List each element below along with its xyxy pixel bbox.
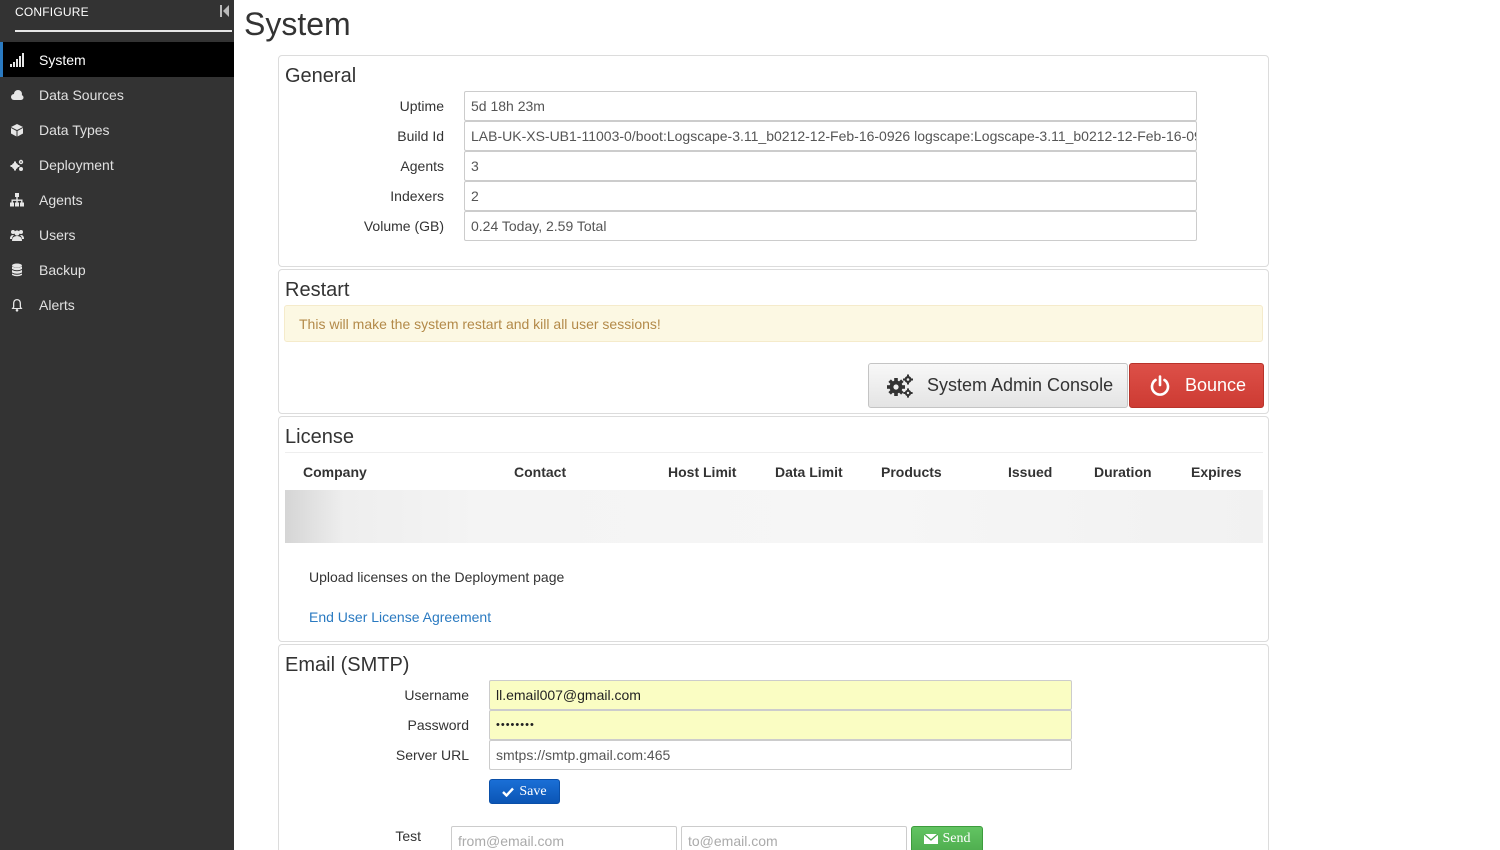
test-from-input[interactable]: [451, 826, 677, 850]
save-label: Save: [519, 783, 547, 799]
password-field[interactable]: ••••••••: [489, 710, 1072, 740]
sidebar-item-label: Deployment: [39, 156, 114, 173]
license-panel: License Company Contact Host Limit Data …: [278, 416, 1269, 642]
email-heading: Email (SMTP): [285, 654, 410, 676]
volume-field[interactable]: 0.24 Today, 2.59 Total: [464, 211, 1197, 241]
column-expires[interactable]: Expires: [1191, 464, 1242, 480]
sidebar-item-data-types[interactable]: Data Types: [0, 112, 234, 147]
build-id-label: Build Id: [397, 128, 444, 144]
sidebar-header: CONFIGURE: [0, 0, 234, 34]
license-heading: License: [285, 426, 354, 448]
sidebar-item-label: Alerts: [39, 296, 75, 313]
sidebar-item-backup[interactable]: Backup: [0, 252, 234, 287]
bounce-label: Bounce: [1185, 375, 1247, 395]
agents-field[interactable]: 3: [464, 151, 1197, 181]
sidebar-item-agents[interactable]: Agents: [0, 182, 234, 217]
email-panel: Email (SMTP) Username ll.email007@gmail.…: [278, 644, 1269, 850]
users-icon: [9, 227, 25, 243]
server-url-label: Server URL: [395, 747, 469, 763]
server-url-field[interactable]: smtps://smtp.gmail.com:465: [489, 740, 1072, 770]
send-button[interactable]: Send: [911, 826, 983, 850]
restart-panel: Restart This will make the system restar…: [278, 269, 1269, 414]
license-table: Company Contact Host Limit Data Limit Pr…: [285, 452, 1263, 543]
sidebar-item-label: Backup: [39, 261, 86, 278]
column-host-limit[interactable]: Host Limit: [668, 464, 736, 480]
indexers-label: Indexers: [390, 188, 444, 204]
sidebar-item-label: Users: [39, 226, 76, 243]
sidebar-item-deployment[interactable]: Deployment: [0, 147, 234, 182]
general-panel: General Uptime 5d 18h 23m Build Id LAB-U…: [278, 55, 1269, 267]
sidebar-item-label: Agents: [39, 191, 83, 208]
sidebar-title: CONFIGURE: [15, 5, 89, 19]
column-duration[interactable]: Duration: [1094, 464, 1152, 480]
sidebar-item-label: Data Types: [39, 121, 110, 138]
database-icon: [9, 262, 25, 278]
collapse-sidebar-icon[interactable]: [220, 4, 230, 18]
sidebar-item-alerts[interactable]: Alerts: [0, 287, 234, 322]
system-admin-console-label: System Admin Console: [927, 375, 1114, 395]
check-icon: [502, 787, 515, 797]
license-table-header: Company Contact Host Limit Data Limit Pr…: [285, 452, 1263, 490]
send-label: Send: [942, 831, 971, 846]
page-title: System: [244, 6, 351, 42]
column-contact[interactable]: Contact: [514, 464, 566, 480]
sidebar: CONFIGURE System Data Sources Data Types…: [0, 0, 234, 850]
sidebar-item-data-sources[interactable]: Data Sources: [0, 77, 234, 112]
sitemap-icon: [9, 192, 25, 208]
column-products[interactable]: Products: [881, 464, 942, 480]
restart-heading: Restart: [285, 279, 350, 301]
sidebar-item-system[interactable]: System: [0, 42, 234, 77]
password-label: Password: [407, 717, 469, 733]
bell-icon: [9, 297, 25, 313]
table-row: [285, 490, 1263, 543]
license-upload-note: Upload licenses on the Deployment page: [309, 569, 565, 585]
column-data-limit[interactable]: Data Limit: [775, 464, 843, 480]
column-issued[interactable]: Issued: [1008, 464, 1052, 480]
build-id-field[interactable]: LAB-UK-XS-UB1-11003-0/boot:Logscape-3.11…: [464, 121, 1197, 151]
username-field[interactable]: ll.email007@gmail.com: [489, 680, 1072, 710]
column-company[interactable]: Company: [303, 464, 367, 480]
cube-icon: [9, 122, 25, 138]
general-heading: General: [285, 65, 357, 87]
sidebar-item-label: Data Sources: [39, 86, 124, 103]
sidebar-title-underline: [15, 30, 232, 32]
test-to-input[interactable]: [681, 826, 907, 850]
signal-icon: [9, 52, 25, 68]
sidebar-item-users[interactable]: Users: [0, 217, 234, 252]
gears-icon: [887, 374, 913, 398]
test-label: Test: [395, 828, 421, 844]
cloud-icon: [9, 87, 25, 103]
agents-label: Agents: [400, 158, 444, 174]
bounce-button[interactable]: Bounce: [1129, 363, 1264, 408]
gears-icon: [9, 157, 25, 173]
power-icon: [1149, 374, 1171, 397]
restart-warning: This will make the system restart and ki…: [284, 305, 1263, 342]
username-label: Username: [404, 687, 469, 703]
uptime-field[interactable]: 5d 18h 23m: [464, 91, 1197, 121]
volume-label: Volume (GB): [363, 218, 444, 234]
save-button[interactable]: Save: [489, 779, 560, 804]
system-admin-console-button[interactable]: System Admin Console: [868, 363, 1128, 408]
envelope-icon: [923, 834, 938, 844]
indexers-field[interactable]: 2: [464, 181, 1197, 211]
uptime-label: Uptime: [399, 98, 444, 114]
sidebar-item-label: System: [39, 51, 86, 68]
eula-link[interactable]: End User License Agreement: [309, 609, 491, 625]
